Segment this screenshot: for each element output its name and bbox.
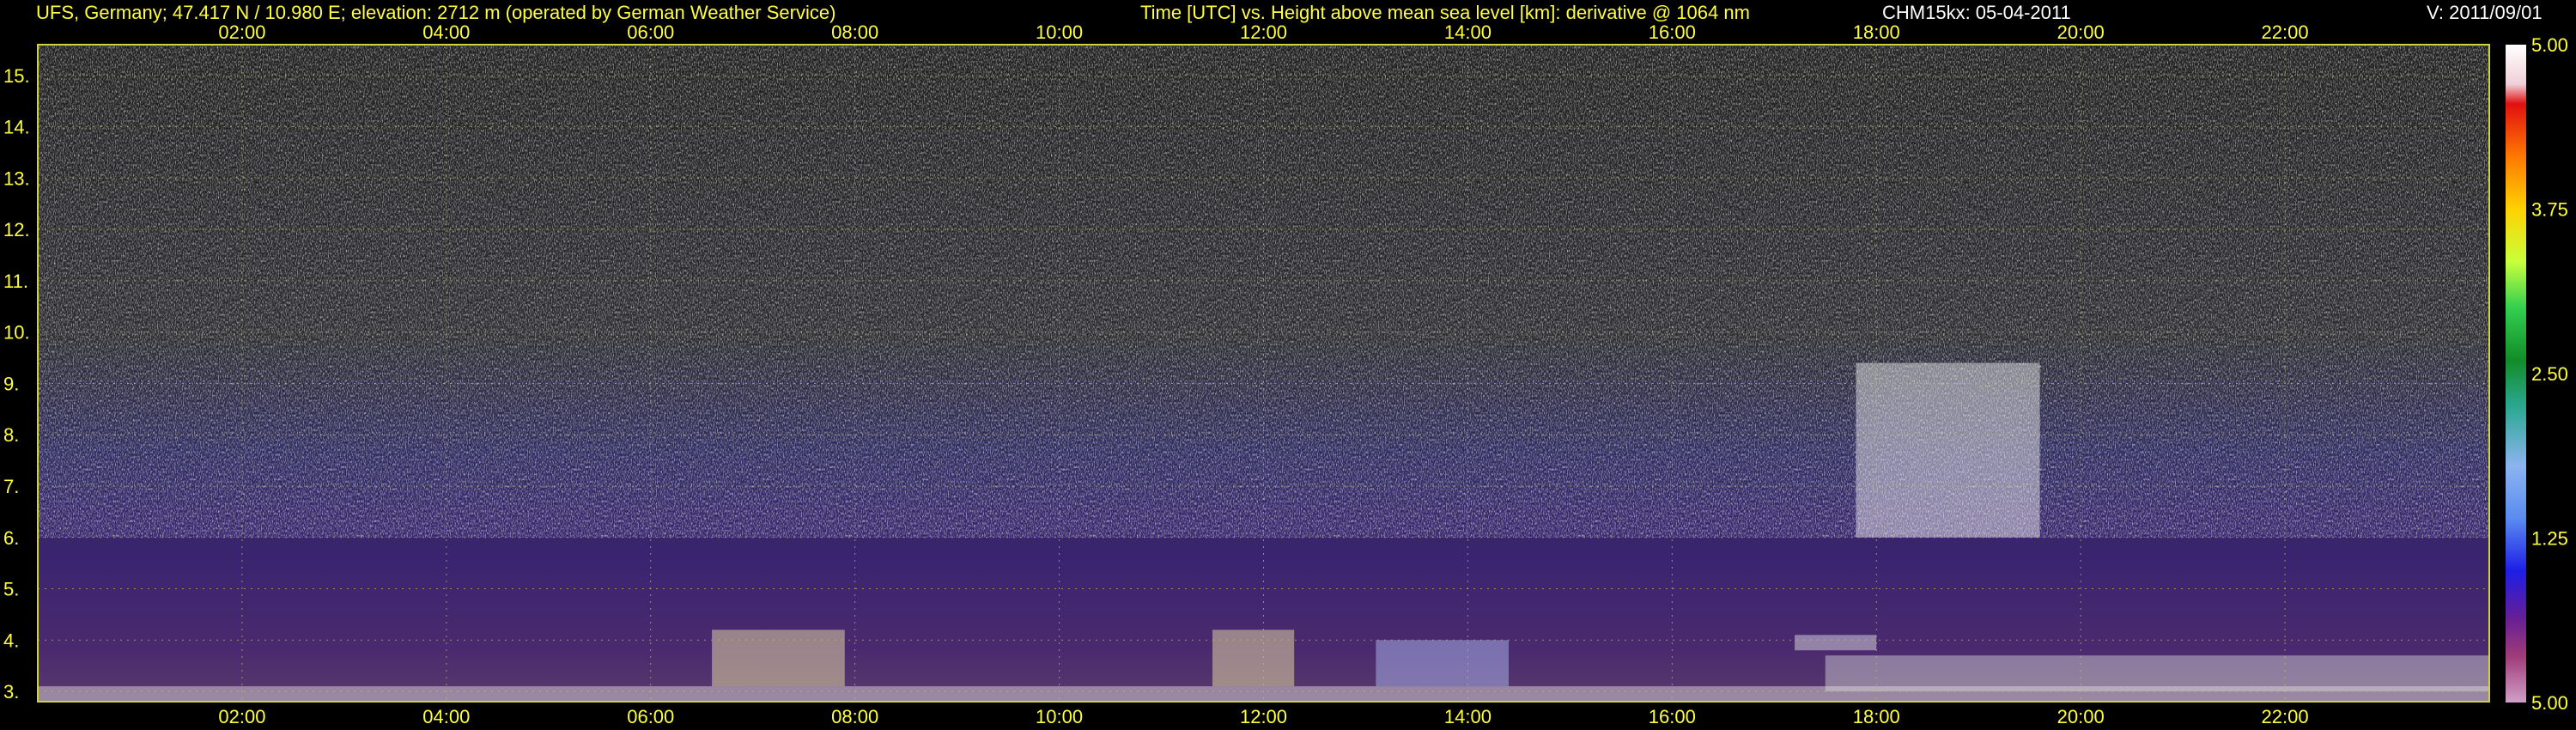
ceilometer-plot: 02:00 02:00 04:00 04:00 06:00 06:00 08:00 08:00…: [3, 21, 2568, 727]
feature-layer-at-3-9-km: [1795, 635, 1877, 651]
y-tick-label: 8.: [3, 424, 19, 446]
y-tick-label: 7.: [3, 476, 19, 497]
x-tick-label-top: 18:00: [1853, 21, 1900, 43]
colorbar-tick-label: 3.75: [2531, 199, 2568, 221]
y-tick-label: 5.: [3, 579, 19, 600]
feature-bright-aerosol-layer: [712, 630, 845, 687]
feature-elevated-cloud-streaks: [1856, 362, 2040, 538]
y-tick-label: 11.: [3, 271, 28, 292]
x-tick-label-bottom: 18:00: [1853, 706, 1900, 727]
x-tick-label-top: 04:00: [422, 21, 470, 43]
feature-descending-layer: [1825, 655, 2489, 692]
colorbar-tick-label: 5.00: [2531, 34, 2568, 56]
x-tick-label-bottom: 14:00: [1444, 706, 1492, 727]
x-tick-label-top: 14:00: [1444, 21, 1492, 43]
x-tick-label-bottom: 12:00: [1240, 706, 1287, 727]
x-tick-label-bottom: 16:00: [1649, 706, 1696, 727]
x-tick-label-top: 08:00: [831, 21, 878, 43]
x-tick-label-bottom: 06:00: [627, 706, 674, 727]
y-tick-label: 6.: [3, 527, 19, 549]
x-tick-label-top: 10:00: [1036, 21, 1083, 43]
y-tick-label: 13.: [3, 167, 30, 189]
y-tick-label: 9.: [3, 373, 19, 394]
y-tick-label: 14.: [3, 117, 30, 138]
y-tick-label: 3.: [3, 681, 19, 703]
colorbar: [2506, 45, 2526, 703]
y-tick-label: 10.: [3, 322, 30, 344]
x-tick-label-bottom: 02:00: [218, 706, 265, 727]
x-tick-label-bottom: 10:00: [1036, 706, 1083, 727]
feature-aerosol-plumes: [1376, 640, 1509, 687]
x-tick-label-top: 20:00: [2057, 21, 2105, 43]
noise-texture: [38, 45, 2489, 538]
y-tick-label: 15.: [3, 65, 30, 87]
x-tick-label-top: 12:00: [1240, 21, 1287, 43]
colorbar-tick-label: 2.50: [2531, 363, 2568, 385]
y-tick-label: 4.: [3, 630, 19, 651]
colorbar-tick-label: 5.00: [2531, 692, 2568, 714]
x-tick-label-top: 16:00: [1649, 21, 1696, 43]
x-tick-label-top: 02:00: [218, 21, 265, 43]
x-tick-label-top: 22:00: [2262, 21, 2309, 43]
x-tick-label-top: 06:00: [627, 21, 674, 43]
x-tick-label-bottom: 20:00: [2057, 706, 2105, 727]
colorbar-tick-label: 1.25: [2531, 528, 2568, 550]
x-tick-label-bottom: 22:00: [2262, 706, 2309, 727]
y-tick-label: 12.: [3, 219, 30, 240]
x-tick-label-bottom: 04:00: [422, 706, 470, 727]
feature-bright-aerosol-layer: [1212, 630, 1295, 687]
x-tick-label-bottom: 08:00: [831, 706, 878, 727]
